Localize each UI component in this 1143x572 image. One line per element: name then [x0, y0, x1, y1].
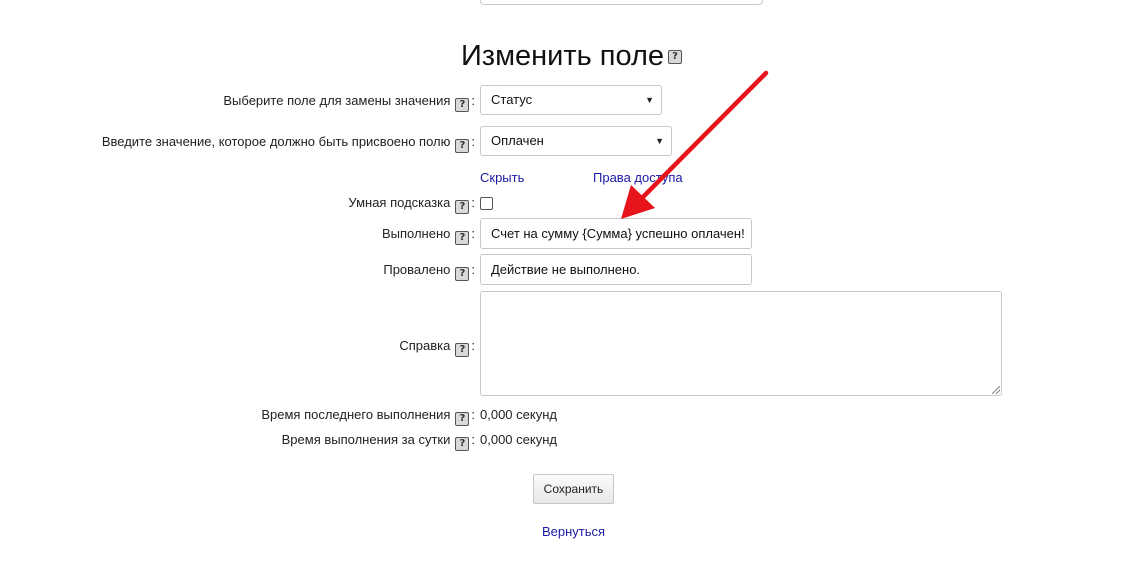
smart-hint-checkbox[interactable]	[480, 197, 493, 210]
label-colon: :	[471, 262, 475, 277]
field-select-value: Статус	[491, 92, 533, 107]
hide-link[interactable]: Скрыть	[480, 169, 524, 187]
smart-hint-label: Умная подсказка?:	[348, 194, 475, 214]
daily-run-time-value: 0,000 секунд	[480, 432, 557, 447]
failed-label: Провалено?:	[383, 261, 475, 281]
help-icon[interactable]: ?	[455, 437, 470, 451]
label-colon: :	[471, 93, 475, 108]
help-icon[interactable]: ?	[455, 200, 470, 214]
field-select[interactable]: Статус ▼	[480, 85, 662, 115]
save-button[interactable]: Сохранить	[533, 474, 614, 504]
page-title: Изменить поле?	[0, 36, 1143, 76]
completed-input[interactable]: Счет на сумму {Сумма} успешно оплачен!	[480, 218, 752, 249]
page-title-text: Изменить поле	[460, 40, 665, 72]
previous-field-box	[480, 0, 763, 5]
completed-label: Выполнено?:	[382, 225, 475, 245]
label-colon: :	[471, 432, 475, 447]
completed-input-value: Счет на сумму {Сумма} успешно оплачен!	[491, 226, 745, 241]
help-icon[interactable]: ?	[455, 343, 470, 357]
completed-label-text: Выполнено	[381, 226, 451, 241]
label-colon: :	[471, 338, 475, 353]
dropdown-arrow-icon: ▼	[645, 95, 654, 105]
label-colon: :	[471, 134, 475, 149]
help-icon[interactable]: ?	[455, 267, 470, 281]
failed-label-text: Провалено	[383, 262, 451, 277]
help-icon[interactable]: ?	[455, 412, 470, 426]
smart-hint-label-text: Умная подсказка	[348, 195, 451, 210]
failed-input[interactable]: Действие не выполнено.	[480, 254, 752, 285]
last-run-time-value: 0,000 секунд	[480, 407, 557, 422]
dropdown-arrow-icon: ▼	[655, 136, 664, 146]
label-colon: :	[471, 195, 475, 210]
daily-run-time-label: Время выполнения за сутки?:	[282, 431, 475, 451]
value-select[interactable]: Оплачен ▼	[480, 126, 672, 156]
field-select-label-text: Выберите поле для замены значения	[223, 93, 451, 108]
resize-grip-icon[interactable]	[992, 386, 1000, 394]
value-select-label: Введите значение, которое должно быть пр…	[102, 133, 475, 153]
back-link[interactable]: Вернуться	[542, 523, 605, 541]
failed-input-value: Действие не выполнено.	[491, 262, 641, 277]
last-run-time-label: Время последнего выполнения?:	[261, 406, 475, 426]
label-colon: :	[471, 226, 475, 241]
access-rights-link[interactable]: Права доступа	[593, 169, 683, 187]
daily-run-time-label-text: Время выполнения за сутки	[281, 432, 451, 447]
help-label-text: Справка	[399, 338, 451, 353]
help-icon[interactable]: ?	[455, 139, 470, 153]
help-icon[interactable]: ?	[455, 98, 470, 112]
help-icon[interactable]: ?	[668, 50, 683, 65]
field-select-label: Выберите поле для замены значения?:	[223, 92, 475, 112]
help-icon[interactable]: ?	[455, 231, 470, 245]
value-select-label-text: Введите значение, которое должно быть пр…	[101, 134, 451, 149]
value-select-value: Оплачен	[491, 133, 544, 148]
last-run-time-label-text: Время последнего выполнения	[261, 407, 451, 422]
label-colon: :	[471, 407, 475, 422]
help-label: Справка?:	[399, 337, 475, 357]
help-textarea[interactable]	[480, 291, 1002, 396]
